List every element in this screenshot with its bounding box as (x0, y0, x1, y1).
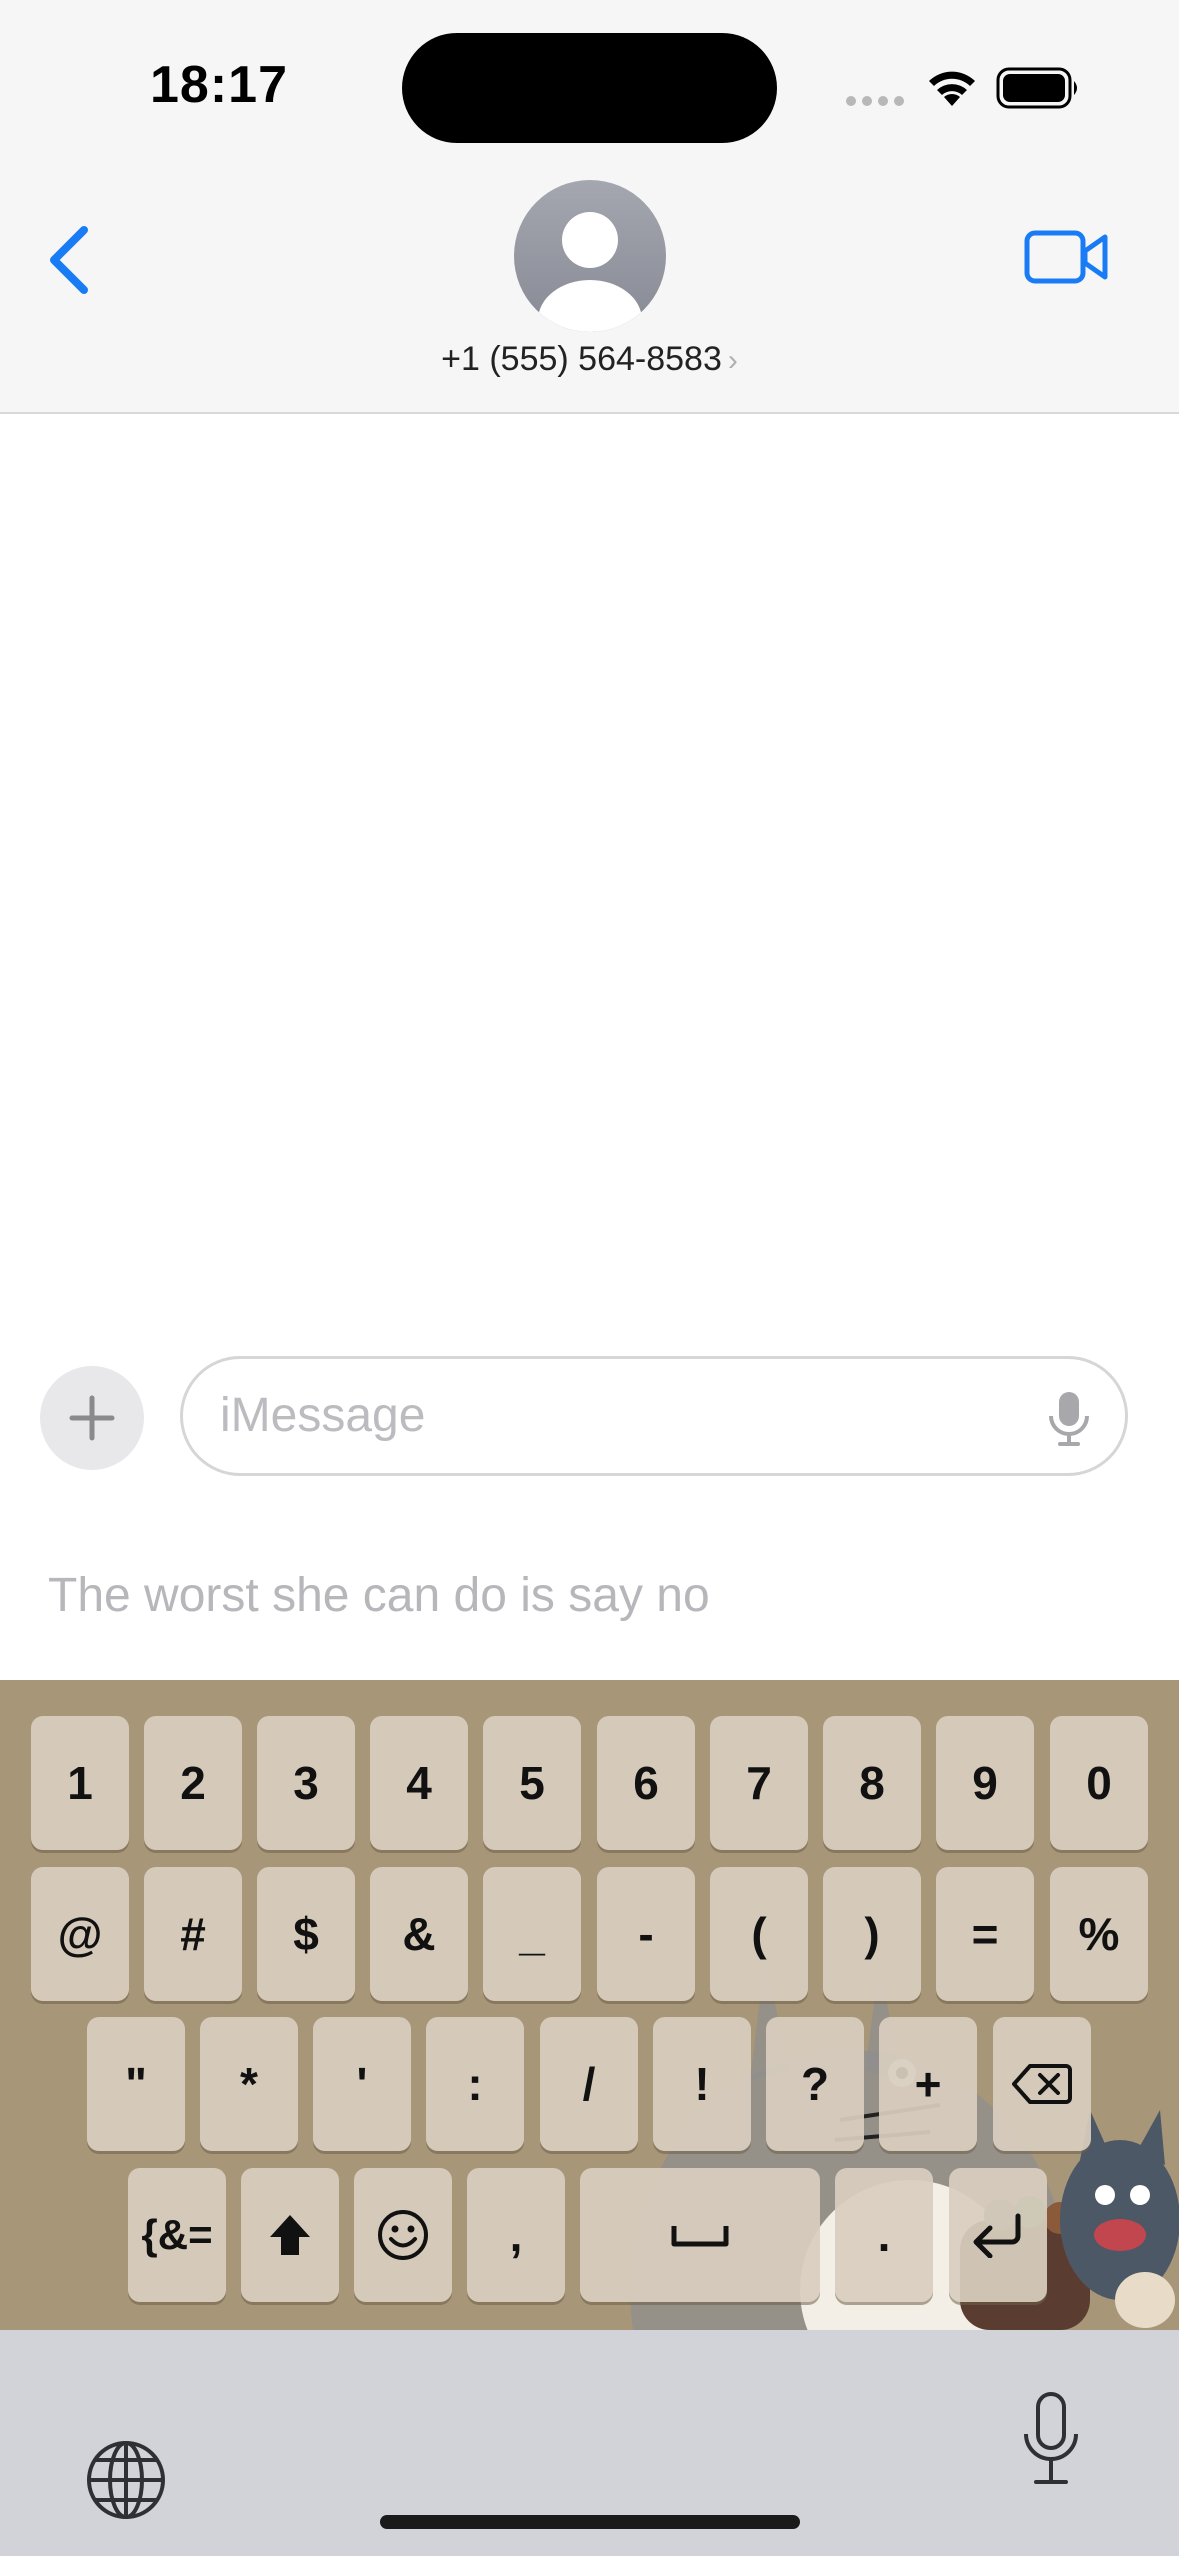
space-bar-icon (671, 2226, 729, 2247)
home-indicator[interactable] (380, 2515, 800, 2529)
key-colon[interactable]: : (426, 2017, 524, 2151)
contact-number-button[interactable]: +1 (555) 564-8583 › (0, 340, 1179, 379)
key-0[interactable]: 0 (1050, 1716, 1148, 1850)
contact-avatar[interactable] (514, 180, 666, 332)
key-close-paren[interactable]: ) (823, 1867, 921, 2001)
key-double-quote[interactable]: " (87, 2017, 185, 2151)
key-hash[interactable]: # (144, 1867, 242, 2001)
key-9[interactable]: 9 (936, 1716, 1034, 1850)
globe-icon (87, 2441, 165, 2519)
suggestion-text[interactable]: The worst she can do is say no (48, 1568, 710, 1623)
key-5[interactable]: 5 (483, 1716, 581, 1850)
chevron-left-icon (50, 226, 88, 294)
key-3[interactable]: 3 (257, 1716, 355, 1850)
key-apostrophe[interactable]: ' (313, 2017, 411, 2151)
plus-icon (69, 1395, 115, 1441)
key-slash[interactable]: / (540, 2017, 638, 2151)
space-key[interactable] (580, 2168, 820, 2302)
key-at[interactable]: @ (31, 1867, 129, 2001)
video-call-button[interactable] (1022, 222, 1112, 292)
status-time: 18:17 (150, 56, 288, 114)
person-icon (514, 180, 666, 332)
backspace-icon (1012, 2064, 1072, 2104)
contact-number-text: +1 (555) 564-8583 (441, 340, 722, 378)
video-camera-icon (1024, 230, 1108, 284)
wifi-icon (925, 66, 979, 113)
shift-arrow-icon (270, 2215, 310, 2255)
key-8[interactable]: 8 (823, 1716, 921, 1850)
key-asterisk[interactable]: * (200, 2017, 298, 2151)
key-open-paren[interactable]: ( (710, 1867, 808, 2001)
dictation-button[interactable] (1044, 1390, 1094, 1446)
battery-icon (996, 66, 1082, 115)
key-4[interactable]: 4 (370, 1716, 468, 1850)
shift-key[interactable] (241, 2168, 339, 2302)
key-underscore[interactable]: _ (483, 1867, 581, 2001)
delete-key[interactable] (993, 2017, 1091, 2151)
key-1[interactable]: 1 (31, 1716, 129, 1850)
language-globe-button[interactable] (84, 2438, 168, 2522)
key-plus[interactable]: + (879, 2017, 977, 2151)
key-hyphen[interactable]: - (597, 1867, 695, 2001)
conversation-area (0, 414, 1179, 1344)
return-arrow-icon (973, 2213, 1021, 2258)
key-question[interactable]: ? (766, 2017, 864, 2151)
key-2[interactable]: 2 (144, 1716, 242, 1850)
message-placeholder: iMessage (220, 1389, 426, 1442)
key-exclamation[interactable]: ! (653, 2017, 751, 2151)
microphone-icon (1024, 2392, 1078, 2484)
key-6[interactable]: 6 (597, 1716, 695, 1850)
key-percent[interactable]: % (1050, 1867, 1148, 2001)
microphone-icon (1049, 1392, 1089, 1446)
key-period[interactable]: . (835, 2168, 933, 2302)
dynamic-island (402, 33, 777, 143)
key-comma[interactable]: , (467, 2168, 565, 2302)
key-equals[interactable]: = (936, 1867, 1034, 2001)
key-dollar[interactable]: $ (257, 1867, 355, 2001)
cellular-signal-icon (845, 94, 907, 112)
key-ampersand[interactable]: & (370, 1867, 468, 2001)
symbols-toggle-key[interactable]: {&= (128, 2168, 226, 2302)
return-key[interactable] (949, 2168, 1047, 2302)
chevron-right-icon: › (727, 344, 738, 377)
keyboard: 1 2 3 4 5 6 7 8 9 0 @ # $ & _ - ( ) = % … (0, 1680, 1179, 2330)
apps-plus-button[interactable] (40, 1366, 144, 1470)
keyboard-dictation-button[interactable] (1018, 2390, 1084, 2490)
key-7[interactable]: 7 (710, 1716, 808, 1850)
back-button[interactable] (40, 220, 100, 300)
emoji-icon (378, 2210, 428, 2260)
emoji-key[interactable] (354, 2168, 452, 2302)
